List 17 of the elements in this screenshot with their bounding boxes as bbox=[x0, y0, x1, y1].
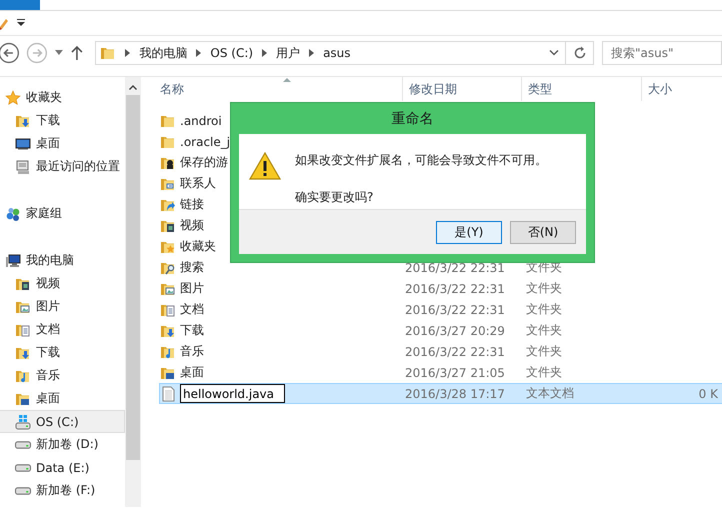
type-text: 文本文档 bbox=[526, 385, 574, 402]
date-text: 2016/3/27 20:29 bbox=[405, 324, 505, 338]
date-text: 2016/3/28 17:17 bbox=[405, 386, 505, 400]
date-text: 2016/3/22 22:31 bbox=[405, 344, 505, 358]
type-text: 文件夹 bbox=[526, 301, 562, 318]
type-text: 文件夹 bbox=[526, 364, 562, 381]
type-text: 文件夹 bbox=[526, 343, 562, 360]
date-text: 2016/3/22 22:31 bbox=[405, 282, 505, 296]
type-text: 文件夹 bbox=[526, 280, 562, 297]
size-text: 0 K bbox=[698, 386, 718, 400]
dialog-message: 如果改变文件扩展名，可能会导致文件不可用。 bbox=[295, 152, 547, 169]
type-text: 文件夹 bbox=[526, 322, 562, 339]
date-text: 2016/3/27 21:05 bbox=[405, 366, 505, 380]
dialog-question: 确实要更改吗? bbox=[295, 189, 374, 206]
dialog-title: 重命名 bbox=[390, 110, 434, 128]
date-text: 2016/3/22 22:31 bbox=[405, 260, 505, 274]
date-text: 2016/3/22 22:31 bbox=[405, 302, 505, 316]
